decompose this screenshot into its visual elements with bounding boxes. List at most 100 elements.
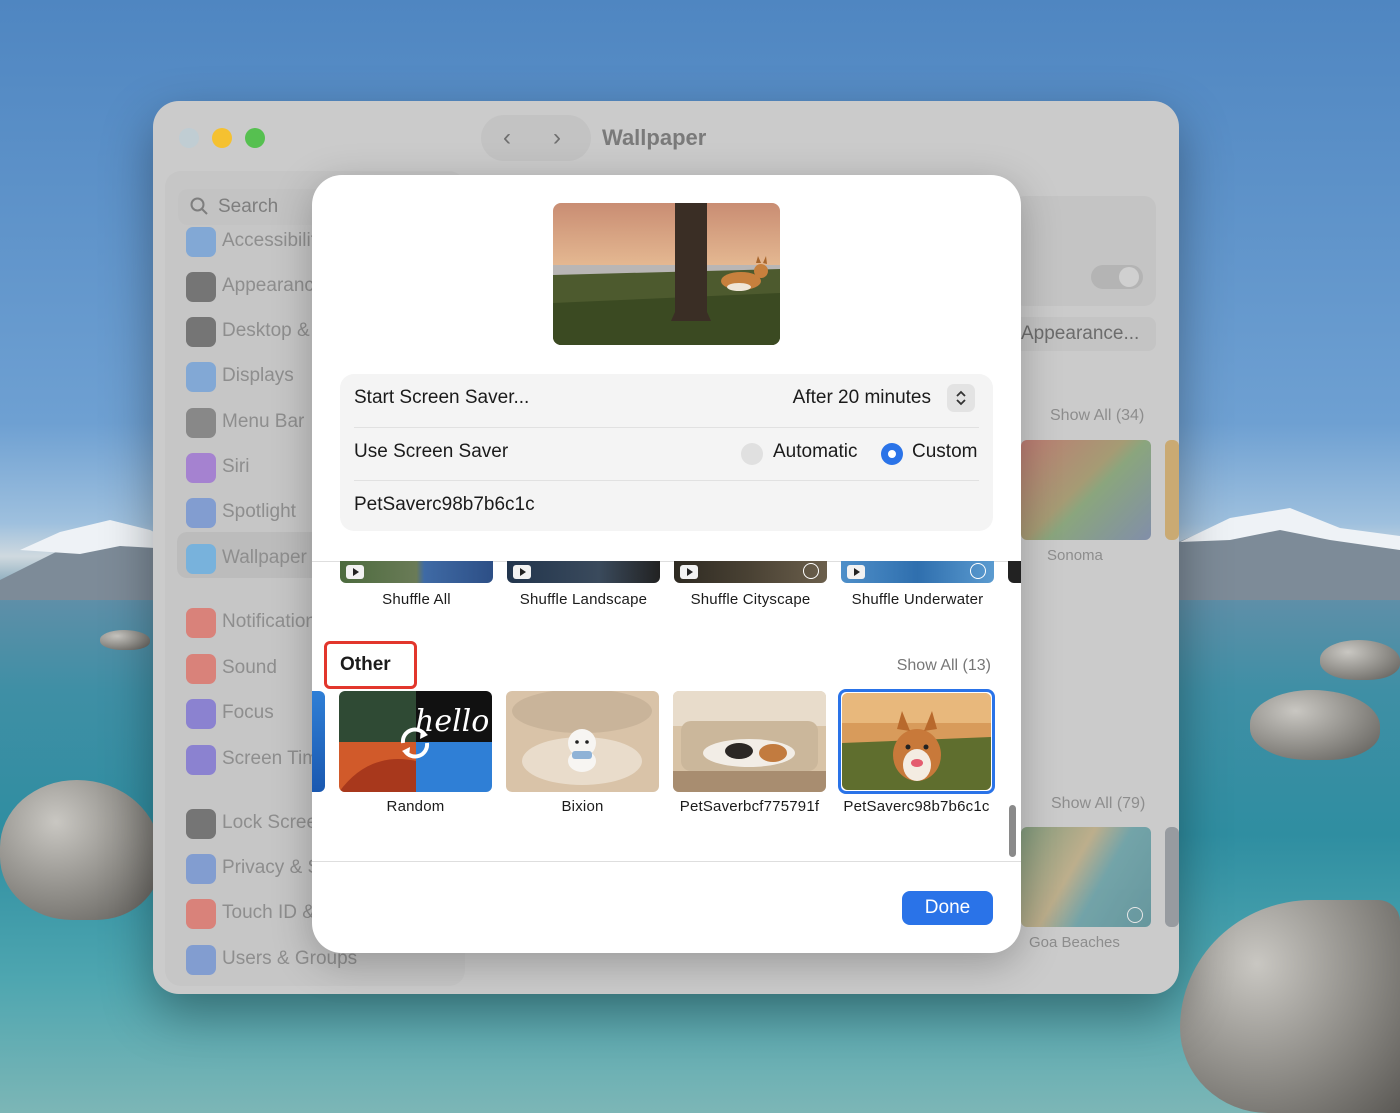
shuffle-all-thumb xyxy=(340,561,493,583)
download-icon xyxy=(1127,907,1143,923)
custom-radio[interactable] xyxy=(881,443,903,465)
done-button[interactable]: Done xyxy=(902,891,993,925)
random-thumb: hello xyxy=(339,691,492,792)
show-all-other-link[interactable]: Show All (13) xyxy=(897,657,991,675)
back-button[interactable]: ‹ xyxy=(487,125,527,151)
shuffle-cityscape-label: Shuffle Cityscape xyxy=(690,591,811,608)
sidebar-item-label: Spotlight xyxy=(222,501,296,522)
shuffle-underwater-cell[interactable]: Shuffle Underwater xyxy=(841,561,994,613)
other-section-title: Other xyxy=(340,654,391,675)
bixion-cell[interactable]: Bixion xyxy=(506,691,659,816)
goa-beaches-label: Goa Beaches xyxy=(1029,934,1120,951)
desktop-rock xyxy=(100,630,150,650)
shuffle-all-label: Shuffle All xyxy=(382,591,451,608)
start-screen-saver-label: Start Screen Saver... xyxy=(354,387,530,408)
shuffle-cityscape-cell[interactable]: Shuffle Cityscape xyxy=(674,561,827,613)
use-screen-saver-row: Use Screen Saver Automatic Custom xyxy=(354,428,979,481)
sidebar-item-label: Appearance xyxy=(222,275,325,296)
appearance-button-label: Appearance... xyxy=(1021,323,1140,344)
goa-beaches-thumb[interactable] xyxy=(1021,827,1151,927)
petsaver-bcf-thumb-image xyxy=(673,691,826,792)
desktop-rock xyxy=(1250,690,1380,760)
petsaver-c98-thumb-image xyxy=(842,693,991,790)
sidebar-item-label: Displays xyxy=(222,365,294,386)
preview-image xyxy=(553,203,780,345)
search-icon xyxy=(190,197,208,215)
sidebar-item-label: Accessibility xyxy=(222,230,326,251)
show-all-dynamic-link[interactable]: Show All (34) xyxy=(1050,407,1144,425)
custom-label[interactable]: Custom xyxy=(912,441,977,463)
petsaver-bcf-thumb xyxy=(673,691,826,792)
random-label: Random xyxy=(386,798,445,815)
navigation-pill: ‹ › xyxy=(481,115,591,161)
desktop-rock xyxy=(0,780,160,920)
interval-stepper[interactable] xyxy=(947,384,975,412)
bixion-thumb-image xyxy=(506,691,659,792)
search-placeholder: Search xyxy=(218,196,279,217)
automatic-radio[interactable] xyxy=(741,443,763,465)
selected-saver-row: PetSaverc98b7b6c1c xyxy=(354,481,979,534)
bixion-label: Bixion xyxy=(561,798,604,815)
shuffle-landscape-label: Shuffle Landscape xyxy=(519,591,648,608)
sound-icon xyxy=(186,654,216,684)
minimize-window-button[interactable] xyxy=(212,128,232,148)
petsaver-bcf-label: PetSaverbcf775791f xyxy=(679,798,820,815)
petsaver-c98-thumb xyxy=(842,693,991,790)
screen-saver-sheet: Start Screen Saver... After 20 minutes U… xyxy=(312,175,1021,953)
start-screen-saver-row: Start Screen Saver... After 20 minutes xyxy=(354,374,979,427)
close-window-button[interactable] xyxy=(179,128,199,148)
shuffle-landscape-cell[interactable]: Shuffle Landscape xyxy=(507,561,660,613)
dock-icon xyxy=(186,317,216,347)
screen-saver-preview xyxy=(553,203,780,345)
automatic-label[interactable]: Automatic xyxy=(773,441,857,463)
accessibility-icon xyxy=(186,227,216,257)
background-card xyxy=(1013,196,1156,306)
screen-saver-settings-group: Start Screen Saver... After 20 minutes U… xyxy=(340,374,993,531)
divider xyxy=(312,861,1021,862)
selected-saver-name: PetSaverc98b7b6c1c xyxy=(354,494,535,515)
spotlight-icon xyxy=(186,498,216,528)
petsaver-c98-label: PetSaverc98b7b6c1c xyxy=(843,798,990,815)
wallpaper-icon xyxy=(186,544,216,574)
scrollbar[interactable] xyxy=(1009,805,1016,857)
desktop-rock xyxy=(1320,640,1400,680)
shuffle-underwater-thumb xyxy=(841,561,994,583)
play-icon xyxy=(346,565,364,579)
privacy-icon xyxy=(186,854,216,884)
toggle-switch[interactable] xyxy=(1091,265,1143,289)
sonoma-label: Sonoma xyxy=(1047,547,1103,564)
appearance-icon xyxy=(186,272,216,302)
focus-icon xyxy=(186,699,216,729)
wallpaper-thumb-partial[interactable] xyxy=(1165,440,1179,540)
petsaver-bcf-cell[interactable]: PetSaverbcf775791f xyxy=(673,691,826,816)
start-screen-saver-value[interactable]: After 20 minutes xyxy=(793,387,931,409)
sidebar-item-label: Sound xyxy=(222,657,277,678)
menubar-icon xyxy=(186,408,216,438)
shuffle-landscape-thumb xyxy=(507,561,660,583)
play-icon xyxy=(847,565,865,579)
use-screen-saver-label: Use Screen Saver xyxy=(354,441,509,462)
zoom-window-button[interactable] xyxy=(245,128,265,148)
bixion-thumb xyxy=(506,691,659,792)
shuffle-arrows-icon xyxy=(400,727,430,759)
wallpaper-thumb-partial[interactable] xyxy=(1165,827,1179,927)
shuffle-all-cell[interactable]: Shuffle All xyxy=(340,561,493,613)
shuffle-underwater-label: Shuffle Underwater xyxy=(851,591,984,608)
sidebar-item-label: Notifications xyxy=(222,611,326,632)
appearance-button[interactable]: Appearance... xyxy=(1013,317,1156,351)
petsaver-c98-cell[interactable]: PetSaverc98b7b6c1c xyxy=(838,689,995,816)
users-icon xyxy=(186,945,216,975)
download-icon xyxy=(970,563,986,579)
sidebar-item-label: Focus xyxy=(222,702,274,723)
displays-icon xyxy=(186,362,216,392)
lock-screen-icon xyxy=(186,809,216,839)
random-cell[interactable]: hello Random xyxy=(339,691,492,816)
other-thumb-partial[interactable] xyxy=(312,691,325,792)
sonoma-wallpaper-thumb[interactable] xyxy=(1021,440,1151,540)
forward-button[interactable]: › xyxy=(537,125,577,151)
shuffle-thumb-partial[interactable] xyxy=(1008,561,1021,583)
siri-icon xyxy=(186,453,216,483)
sidebar-item-label: Wallpaper xyxy=(222,547,307,568)
sidebar-item-label: Menu Bar xyxy=(222,411,305,432)
show-all-landscape-link[interactable]: Show All (79) xyxy=(1051,795,1145,813)
